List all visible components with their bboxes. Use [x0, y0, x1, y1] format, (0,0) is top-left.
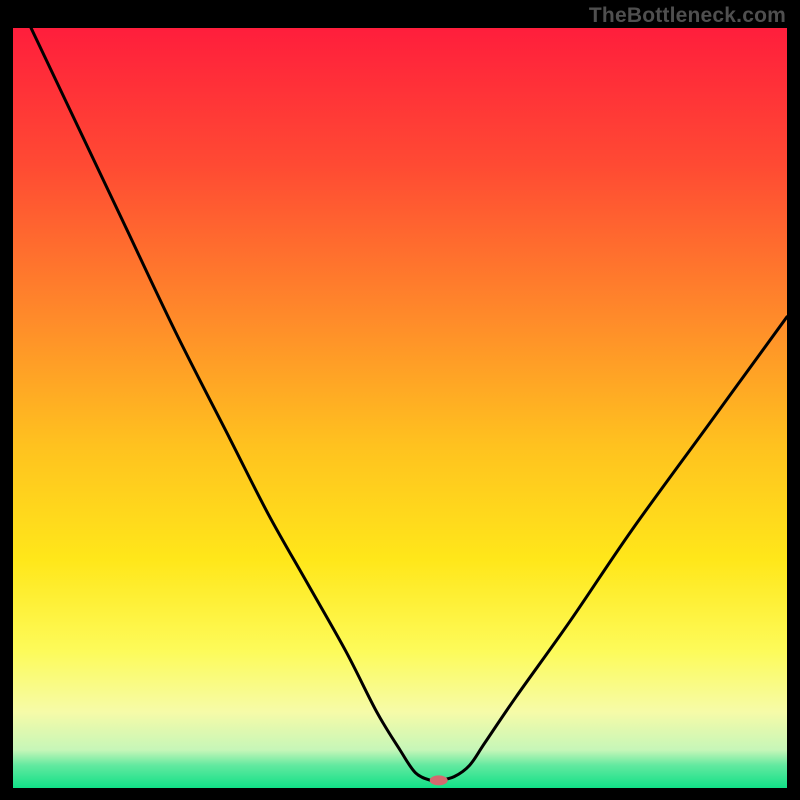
chart-svg — [13, 28, 787, 788]
chart-frame: TheBottleneck.com — [0, 0, 800, 800]
optimal-marker — [430, 775, 448, 785]
plot-area — [13, 28, 787, 788]
watermark-text: TheBottleneck.com — [589, 4, 786, 28]
gradient-background — [13, 28, 787, 788]
